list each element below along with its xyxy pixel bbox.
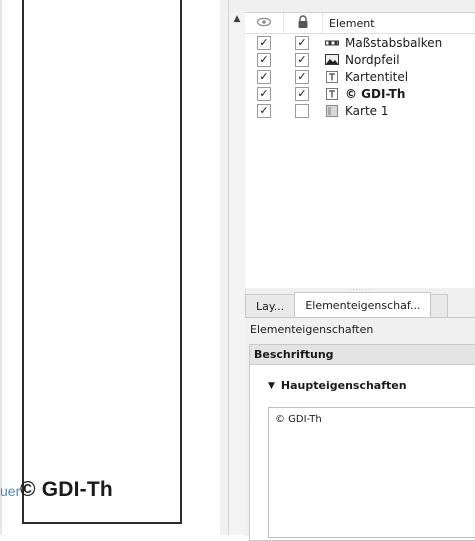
item-label: Maßstabsbalken: [345, 35, 443, 50]
copyright-label-item[interactable]: © GDI-Th: [20, 478, 113, 502]
composer-canvas[interactable]: uer © GDI-Th: [0, 0, 220, 535]
lock-checkbox[interactable]: [295, 103, 309, 118]
visibility-checkbox[interactable]: ✓: [257, 52, 271, 67]
picture-icon: [325, 54, 339, 66]
tab-item-properties[interactable]: Elementeigenschaf...: [294, 292, 432, 317]
scroll-grip-icon: · · · · ·: [251, 401, 253, 424]
visibility-column-header[interactable]: [245, 13, 284, 33]
visibility-checkbox[interactable]: ✓: [257, 103, 271, 118]
lock-checkbox[interactable]: ✓: [295, 86, 309, 101]
label-section: Beschriftung · · · · · ▼ Haupteigenschaften …: [249, 344, 475, 541]
canvas-edge: [0, 0, 2, 535]
list-item[interactable]: ✓ ✓ Nordpfeil: [245, 51, 475, 68]
side-panel: ▲ Element ✓ ✓ Maßstabsbalken ✓ ✓ Nordpfe…: [220, 0, 475, 541]
list-item[interactable]: ✓ ✓ Maßstabsbalken: [245, 34, 475, 51]
item-label: Karte 1: [345, 103, 389, 118]
items-scrollbar[interactable]: [229, 12, 246, 535]
scroll-up-icon[interactable]: ▲: [229, 12, 245, 26]
lock-column-header[interactable]: [284, 13, 323, 33]
tab-extra[interactable]: [430, 294, 449, 317]
item-label: Nordpfeil: [345, 52, 400, 67]
lock-checkbox[interactable]: ✓: [295, 52, 309, 67]
lock-checkbox[interactable]: ✓: [295, 69, 309, 84]
visibility-checkbox[interactable]: ✓: [257, 69, 271, 84]
label-text-input[interactable]: © GDI-Th: [268, 407, 475, 538]
list-item[interactable]: ✓ Karte 1: [245, 102, 475, 119]
tab-layout[interactable]: Lay...: [245, 294, 296, 317]
eye-icon: [256, 16, 272, 31]
lock-icon: [297, 14, 309, 32]
main-properties-group[interactable]: ▼ Haupteigenschaften: [268, 379, 407, 392]
label-section-header[interactable]: Beschriftung: [250, 345, 475, 365]
list-item[interactable]: ✓ ✓ © GDI-Th: [245, 85, 475, 102]
visibility-checkbox[interactable]: ✓: [257, 86, 271, 101]
collapse-triangle-icon[interactable]: ▼: [268, 381, 275, 391]
element-column-header[interactable]: Element: [323, 17, 375, 30]
item-properties-pane: Elementeigenschaften Beschriftung · · · · · …: [245, 317, 475, 541]
visibility-checkbox[interactable]: ✓: [257, 35, 271, 50]
items-list: Element ✓ ✓ Maßstabsbalken ✓ ✓ Nordpfeil: [245, 12, 475, 288]
item-label: Kartentitel: [345, 69, 409, 84]
lock-checkbox[interactable]: ✓: [295, 35, 309, 50]
panel-splitter[interactable]: [220, 0, 229, 535]
layout-page[interactable]: [22, 0, 182, 524]
list-item[interactable]: ✓ ✓ Kartentitel: [245, 68, 475, 85]
scalebar-icon: [325, 37, 339, 49]
text-label-icon: [325, 70, 339, 83]
clipped-text: uer: [0, 483, 21, 499]
panel-tabs: Lay... Elementeigenschaf...: [245, 292, 475, 317]
item-label: © GDI-Th: [345, 86, 406, 101]
items-list-header: Element: [245, 13, 475, 34]
group-title: Haupteigenschaften: [280, 379, 407, 392]
properties-title: Elementeigenschaften: [250, 323, 374, 336]
map-icon: [325, 104, 339, 117]
text-label-icon: [325, 87, 339, 100]
